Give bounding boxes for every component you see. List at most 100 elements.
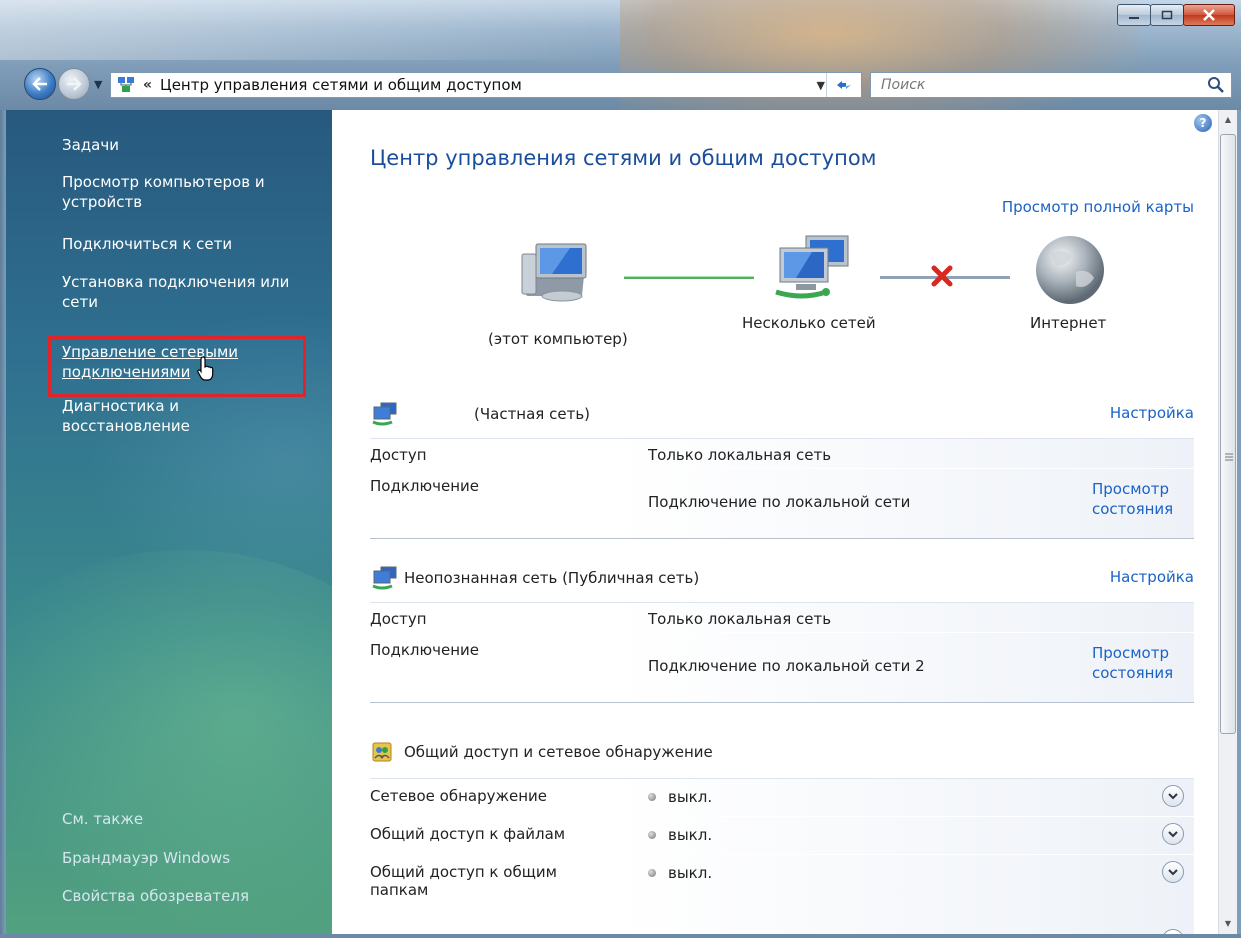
search-placeholder: Поиск <box>881 77 926 93</box>
network-discovery-state-text: выкл. <box>668 788 713 806</box>
multiple-networks-icon[interactable] <box>772 234 862 310</box>
task-pane-decoration-2 <box>6 550 332 934</box>
sharing-table: Сетевое обнаружение выкл. Общий доступ к… <box>370 778 1194 934</box>
title-bar: ▼ « Центр управления сетями и общим дост… <box>0 0 1241 110</box>
chevron-down-icon <box>1168 831 1178 838</box>
title-bar-sheen <box>0 0 600 60</box>
address-dropdown[interactable]: ▼ <box>817 79 825 92</box>
network-icon <box>372 402 397 426</box>
vertical-scrollbar[interactable]: ▲ ▼ <box>1218 110 1237 934</box>
divider <box>370 538 1194 539</box>
network-discovery-state: выкл. <box>648 788 712 806</box>
multiple-networks-label: Несколько сетей <box>742 314 876 332</box>
network-2-heading: Неопознанная сеть (Публичная сеть) <box>372 566 699 590</box>
window-controls <box>1117 4 1235 26</box>
refresh-icon <box>836 81 851 89</box>
hand-cursor-icon <box>197 356 214 381</box>
maximize-button[interactable] <box>1150 4 1184 26</box>
highlight-annotation <box>48 336 306 397</box>
status-dot-icon <box>648 793 656 801</box>
network-discovery-label: Сетевое обнаружение <box>370 787 548 805</box>
task-view-computers[interactable]: Просмотр компьютеров и устройств <box>62 172 320 212</box>
network-center-icon <box>117 76 135 94</box>
see-also-heading: См. также <box>62 810 144 828</box>
network-2-name: Неопознанная сеть (Публичная сеть) <box>404 569 700 587</box>
public-folder-sharing-state-text: выкл. <box>668 864 713 882</box>
search-box[interactable]: Поиск <box>870 72 1232 98</box>
divider <box>370 702 1194 703</box>
sharing-heading: Общий доступ и сетевое обнаружение <box>372 742 713 762</box>
search-icon[interactable] <box>1207 76 1225 94</box>
public-folder-sharing-state: выкл. <box>648 864 712 882</box>
task-connect-to-network[interactable]: Подключиться к сети <box>62 234 320 254</box>
table-row: Доступ Только локальная сеть <box>370 439 1194 469</box>
forward-button[interactable] <box>58 68 90 100</box>
network-1-table: Доступ Только локальная сеть Подключение… <box>370 438 1194 539</box>
public-folder-sharing-label: Общий доступ к общим папкам <box>370 863 557 899</box>
page-title: Центр управления сетями и общим доступом <box>370 146 877 170</box>
close-icon <box>1203 9 1215 21</box>
table-row: Подключение Подключение по локальной сет… <box>370 469 1194 539</box>
minimize-button[interactable] <box>1117 4 1151 26</box>
file-sharing-expand-button[interactable] <box>1162 823 1184 845</box>
status-dot-icon <box>648 869 656 877</box>
table-row: Доступ Только локальная сеть <box>370 603 1194 633</box>
network-1-connection-label: Подключение <box>370 477 479 495</box>
network-discovery-expand-button[interactable] <box>1162 785 1184 807</box>
view-full-map-link[interactable]: Просмотр полной карты <box>1002 198 1194 216</box>
network-2-connection-label: Подключение <box>370 641 479 659</box>
address-path[interactable]: Центр управления сетями и общим доступом <box>160 76 522 94</box>
back-button[interactable] <box>24 68 56 100</box>
network-2-settings-link[interactable]: Настройка <box>1110 568 1194 586</box>
close-button[interactable] <box>1183 4 1235 26</box>
sharing-row-file-sharing: Общий доступ к файлам выкл. <box>370 817 1194 855</box>
network-1-settings-link[interactable]: Настройка <box>1110 404 1194 422</box>
scroll-up-button[interactable]: ▲ <box>1219 110 1237 128</box>
address-bar[interactable]: « Центр управления сетями и общим доступ… <box>110 72 862 98</box>
status-dot-icon <box>648 831 656 839</box>
task-diagnose-repair[interactable]: Диагностика и восстановление <box>62 396 262 436</box>
maximize-icon <box>1161 10 1173 20</box>
refresh-button[interactable] <box>826 73 860 97</box>
sharing-icon <box>372 742 392 762</box>
this-computer-icon <box>512 238 592 308</box>
chevron-down-icon <box>1168 793 1178 800</box>
tasks-heading: Задачи <box>62 136 119 154</box>
network-1-heading: (Частная сеть) <box>372 402 590 426</box>
file-sharing-state-text: выкл. <box>668 826 713 844</box>
navigation-bar: ▼ « Центр управления сетями и общим дост… <box>0 68 1241 104</box>
file-sharing-state: выкл. <box>648 826 712 844</box>
internet-label: Интернет <box>1030 314 1107 332</box>
task-setup-connection[interactable]: Установка подключения или сети <box>62 272 320 312</box>
network-1-name: (Частная сеть) <box>474 405 591 423</box>
network-1-view-status-link[interactable]: Просмотр состояния <box>1092 479 1178 519</box>
network-1-access-label: Доступ <box>370 446 427 464</box>
network-icon <box>372 566 397 590</box>
sharing-row-public-folder: Общий доступ к общим папкам выкл. <box>370 855 1194 907</box>
scroll-down-button[interactable]: ▼ <box>1219 914 1237 932</box>
public-folder-expand-button[interactable] <box>1162 861 1184 883</box>
network-2-access-value: Только локальная сеть <box>648 610 832 628</box>
sharing-title: Общий доступ и сетевое обнаружение <box>404 743 713 761</box>
network-1-connection-value: Подключение по локальной сети <box>648 493 911 511</box>
main-content: ? Центр управления сетями и общим доступ… <box>332 110 1218 934</box>
sharing-row-network-discovery: Сетевое обнаружение выкл. <box>370 779 1194 817</box>
network-2-table: Доступ Только локальная сеть Подключение… <box>370 602 1194 703</box>
help-icon[interactable]: ? <box>1194 114 1212 132</box>
scroll-grip <box>1225 453 1233 461</box>
partially-hidden-expand-button[interactable] <box>1162 929 1184 934</box>
window-frame-bottom <box>0 934 1241 938</box>
minimize-icon <box>1129 17 1139 19</box>
back-arrow-icon <box>32 77 47 91</box>
connection-line-local <box>624 276 754 279</box>
recent-pages-dropdown[interactable]: ▼ <box>94 78 102 91</box>
file-sharing-label: Общий доступ к файлам <box>370 825 566 843</box>
see-also-internet-options[interactable]: Свойства обозревателя <box>62 886 320 906</box>
scroll-thumb[interactable] <box>1220 134 1236 734</box>
address-chevron[interactable]: « <box>143 77 152 93</box>
internet-globe-icon[interactable] <box>1032 232 1108 312</box>
see-also-firewall[interactable]: Брандмауэр Windows <box>62 848 320 868</box>
red-x-icon[interactable] <box>930 264 954 288</box>
network-2-view-status-link[interactable]: Просмотр состояния <box>1092 643 1178 683</box>
window-frame-right <box>1237 110 1241 938</box>
